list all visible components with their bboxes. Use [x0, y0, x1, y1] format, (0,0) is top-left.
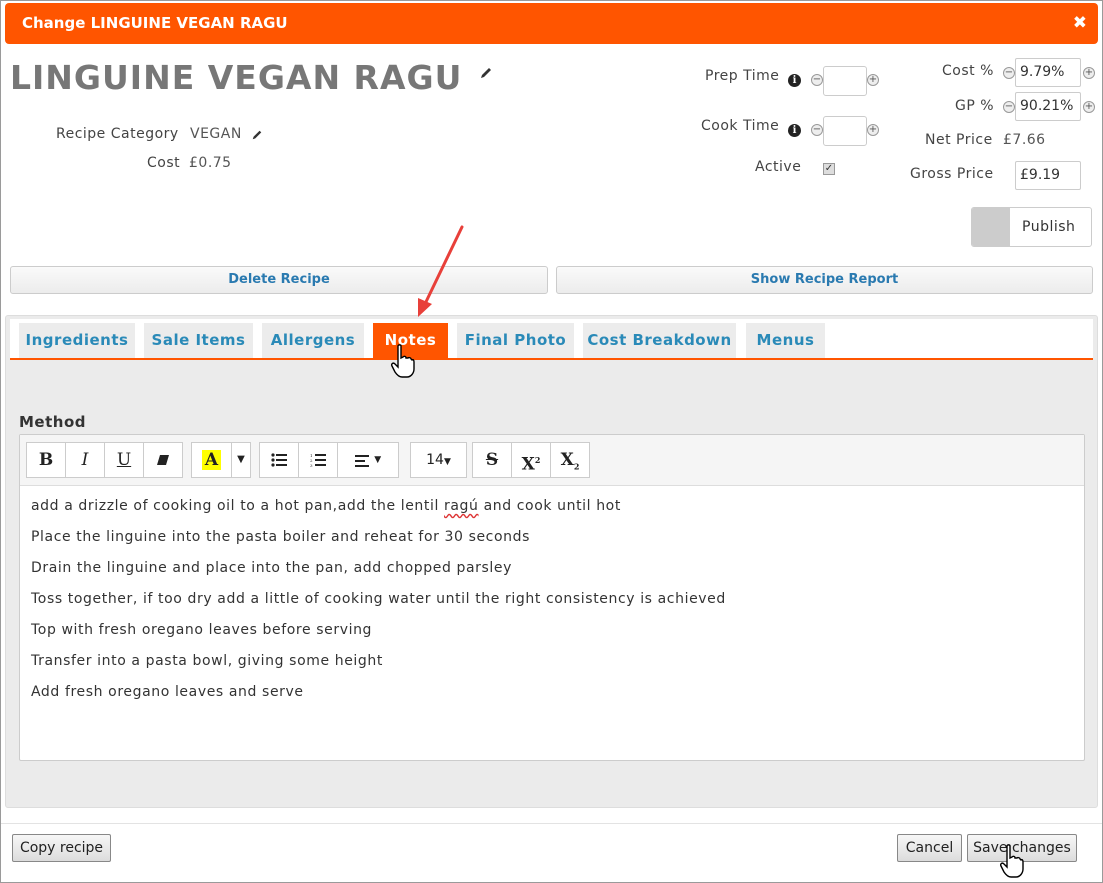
- tab-ingredients[interactable]: Ingredients: [19, 323, 135, 358]
- superscript-button[interactable]: X2: [511, 442, 551, 478]
- dialog-titlebar: Change LINGUINE VEGAN RAGU ✖: [5, 3, 1098, 44]
- copy-recipe-button[interactable]: Copy recipe: [12, 834, 111, 862]
- cost-pct-decrement-button[interactable]: −: [1003, 67, 1015, 79]
- align-dropdown-icon[interactable]: ▼: [337, 442, 399, 478]
- prep-time-label: Prep Time: [705, 68, 780, 84]
- misspelled-word: ragú: [444, 498, 479, 514]
- font-size-value: 14: [426, 452, 444, 468]
- method-text[interactable]: add a drizzle of cooking oil to a hot pa…: [31, 497, 726, 714]
- method-label: Method: [19, 413, 86, 431]
- prep-time-input[interactable]: [823, 66, 867, 96]
- tab-allergens[interactable]: Allergens: [262, 323, 364, 358]
- svg-text:3: 3: [310, 463, 313, 467]
- tab-sale-items[interactable]: Sale Items: [144, 323, 253, 358]
- bullet-list-icon[interactable]: [259, 442, 299, 478]
- active-checkbox[interactable]: ✓: [823, 163, 835, 175]
- net-price-label: Net Price: [925, 132, 993, 148]
- subscript-button[interactable]: X2: [550, 442, 590, 478]
- method-line: Place the linguine into the pasta boiler…: [31, 529, 531, 545]
- footer-divider: [1, 823, 1102, 824]
- category-value: VEGAN: [190, 126, 242, 142]
- method-editor[interactable]: B I U A ▼ 123 ▼ 14▼ S X2 X2 add a drizzl…: [19, 434, 1085, 761]
- prep-info-icon[interactable]: i: [788, 74, 801, 87]
- method-line: Transfer into a pasta bowl, giving some …: [31, 653, 383, 669]
- edit-name-icon[interactable]: [479, 66, 493, 80]
- bold-button[interactable]: B: [26, 442, 66, 478]
- color-dropdown-icon[interactable]: ▼: [231, 442, 251, 478]
- eraser-icon[interactable]: [143, 442, 183, 478]
- strikethrough-button[interactable]: S: [472, 442, 512, 478]
- recipe-name-heading: LINGUINE VEGAN RAGU: [10, 58, 493, 97]
- prep-decrement-button[interactable]: −: [811, 74, 823, 86]
- close-icon[interactable]: ✖: [1073, 13, 1087, 33]
- tab-menus[interactable]: Menus: [746, 323, 825, 358]
- cook-decrement-button[interactable]: −: [811, 124, 823, 136]
- recipe-name: LINGUINE VEGAN RAGU: [10, 58, 463, 97]
- hand-cursor-icon: [1000, 844, 1024, 878]
- cook-time-input[interactable]: [823, 116, 867, 146]
- gross-price-input[interactable]: £9.19: [1015, 161, 1081, 190]
- method-line: Top with fresh oregano leaves before ser…: [31, 622, 373, 638]
- gross-price-label: Gross Price: [910, 166, 994, 182]
- category-label: Recipe Category: [56, 126, 179, 142]
- net-price-value: £7.66: [1003, 132, 1046, 148]
- change-recipe-dialog: Change LINGUINE VEGAN RAGU ✖ LINGUINE VE…: [0, 0, 1103, 883]
- tab-cost-breakdown[interactable]: Cost Breakdown: [583, 323, 736, 358]
- cook-info-icon[interactable]: i: [788, 124, 801, 137]
- gp-pct-label: GP %: [955, 98, 995, 114]
- edit-category-icon[interactable]: [251, 129, 263, 141]
- editor-toolbar: B I U A ▼ 123 ▼ 14▼ S X2 X2: [20, 435, 1084, 486]
- highlight-icon: A: [201, 450, 222, 470]
- underline-button[interactable]: U: [104, 442, 144, 478]
- method-line: Drain the linguine and place into the pa…: [31, 560, 512, 576]
- highlight-color-button[interactable]: A: [191, 442, 232, 478]
- cost-value: £0.75: [189, 155, 232, 171]
- cost-pct-increment-button[interactable]: +: [1083, 67, 1095, 79]
- method-line: add a drizzle of cooking oil to a hot pa…: [31, 498, 621, 514]
- gp-pct-input[interactable]: 90.21%: [1015, 92, 1081, 121]
- gp-pct-decrement-button[interactable]: −: [1003, 101, 1015, 113]
- publish-switch-knob: [972, 208, 1010, 246]
- method-line: Toss together, if too dry add a little o…: [31, 591, 726, 607]
- method-line: Add fresh oregano leaves and serve: [31, 684, 304, 700]
- active-label: Active: [755, 159, 802, 175]
- show-recipe-report-button[interactable]: Show Recipe Report: [556, 266, 1093, 294]
- publish-label: Publish: [1022, 219, 1076, 235]
- prep-increment-button[interactable]: +: [867, 74, 879, 86]
- numbered-list-icon[interactable]: 123: [298, 442, 338, 478]
- font-size-dropdown[interactable]: 14▼: [410, 442, 467, 478]
- hand-cursor-icon: [391, 344, 415, 378]
- gp-pct-increment-button[interactable]: +: [1083, 101, 1095, 113]
- cost-pct-input[interactable]: 9.79%: [1015, 58, 1081, 87]
- italic-button[interactable]: I: [65, 442, 105, 478]
- cost-label: Cost: [147, 155, 181, 171]
- cook-time-label: Cook Time: [701, 118, 780, 134]
- cook-increment-button[interactable]: +: [867, 124, 879, 136]
- dialog-title: Change LINGUINE VEGAN RAGU: [22, 14, 288, 32]
- tab-final-photo[interactable]: Final Photo: [457, 323, 574, 358]
- annotation-arrow-icon: [418, 225, 464, 317]
- cost-pct-label: Cost %: [942, 63, 994, 79]
- cancel-button[interactable]: Cancel: [897, 834, 962, 862]
- publish-toggle[interactable]: Publish: [971, 207, 1092, 247]
